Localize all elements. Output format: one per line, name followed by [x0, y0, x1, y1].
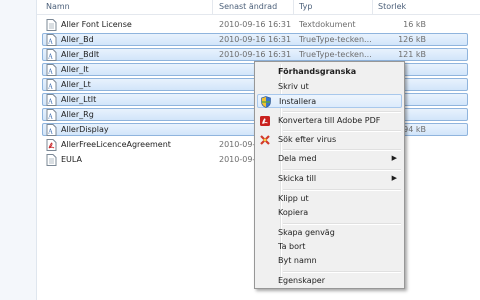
menu-item-label: Dela med	[278, 154, 317, 163]
font-file-icon: A	[46, 79, 57, 91]
column-header-bar: Namn Senast ändrad Typ Storlek	[37, 0, 480, 15]
menu-item-label: Skriv ut	[278, 82, 309, 91]
svg-text:A: A	[47, 129, 53, 136]
adobe-pdf-icon	[260, 116, 270, 126]
menu-item-rename[interactable]: Byt namn	[257, 254, 402, 268]
font-file-icon: A	[46, 94, 57, 106]
file-size: 126 kB	[398, 35, 426, 44]
svg-text:A: A	[47, 39, 53, 46]
menu-separator	[283, 223, 401, 225]
menu-separator	[283, 130, 401, 132]
menu-item-label: Skapa genväg	[278, 228, 335, 237]
file-name: AllerDisplay	[61, 125, 109, 134]
file-name: AllerFreeLicenceAgreement	[61, 140, 171, 149]
submenu-arrow-icon: ▶	[391, 174, 397, 182]
submenu-arrow-icon: ▶	[391, 154, 397, 162]
menu-separator	[283, 111, 401, 113]
column-divider[interactable]	[293, 0, 294, 14]
file-size: 16 kB	[403, 20, 426, 29]
file-name: Aller_LtIt	[61, 95, 97, 104]
column-header-name[interactable]: Namn	[46, 2, 70, 11]
menu-item-label: Kopiera	[278, 208, 309, 217]
file-row[interactable]: A Aller_Bd 2010-09-16 16:31 TrueType-tec…	[37, 33, 480, 47]
menu-item-label: Klipp ut	[278, 194, 309, 203]
file-type: TrueType-tecken...	[299, 50, 372, 59]
file-name: Aller_Rg	[61, 110, 94, 119]
font-file-icon: A	[46, 124, 57, 136]
file-name: Aller Font License	[61, 20, 132, 29]
text-document-icon	[46, 19, 57, 31]
menu-separator	[283, 271, 401, 273]
file-name: EULA	[61, 155, 83, 164]
menu-item-label: Installera	[279, 97, 317, 106]
column-divider[interactable]	[372, 0, 373, 14]
svg-text:A: A	[47, 54, 53, 61]
column-header-date[interactable]: Senast ändrad	[219, 2, 277, 11]
column-header-size[interactable]: Storlek	[378, 2, 406, 11]
menu-item-copy[interactable]: Kopiera	[257, 206, 402, 220]
menu-item-label: Förhandsgranska	[278, 67, 357, 76]
file-name: Aller_Lt	[61, 80, 91, 89]
shield-icon	[261, 96, 271, 108]
menu-item-scan-virus[interactable]: Sök efter virus	[257, 133, 402, 147]
menu-item-label: Konvertera till Adobe PDF	[278, 116, 381, 125]
menu-item-label: Byt namn	[278, 256, 317, 265]
file-name: Aller_BdIt	[61, 50, 100, 59]
menu-item-label: Skicka till	[278, 174, 317, 183]
menu-item-label: Ta bort	[278, 242, 306, 251]
menu-separator	[283, 169, 401, 171]
file-size: 94 kB	[403, 125, 426, 134]
navigation-pane	[0, 0, 37, 300]
column-divider[interactable]	[212, 0, 213, 14]
font-file-icon: A	[46, 64, 57, 76]
file-row[interactable]: Aller Font License 2010-09-16 16:31 Text…	[37, 18, 480, 32]
menu-item-convert-pdf[interactable]: Konvertera till Adobe PDF	[257, 114, 402, 128]
antivirus-icon	[260, 135, 270, 145]
file-date: 2010-09-16 16:31	[219, 20, 292, 29]
menu-item-share-with[interactable]: Dela med ▶	[257, 152, 402, 166]
font-file-icon: A	[46, 49, 57, 61]
svg-text:A: A	[47, 114, 53, 121]
text-document-icon	[46, 154, 57, 166]
menu-separator	[283, 149, 401, 151]
menu-item-create-shortcut[interactable]: Skapa genväg	[257, 226, 402, 240]
menu-item-label: Sök efter virus	[278, 135, 337, 144]
menu-item-delete[interactable]: Ta bort	[257, 240, 402, 254]
menu-item-properties[interactable]: Egenskaper	[257, 274, 402, 288]
svg-text:A: A	[47, 69, 53, 76]
file-type: Textdokument	[299, 20, 356, 29]
file-row[interactable]: A Aller_BdIt 2010-09-16 16:31 TrueType-t…	[37, 48, 480, 62]
svg-text:A: A	[47, 84, 53, 91]
file-date: 2010-09-16 16:31	[219, 35, 292, 44]
file-date: 2010-09-16 16:31	[219, 50, 292, 59]
menu-separator	[283, 189, 401, 191]
file-name: Aller_It	[61, 65, 89, 74]
context-menu: Förhandsgranska Skriv ut Installera Konv…	[254, 61, 405, 289]
menu-item-preview[interactable]: Förhandsgranska	[257, 65, 402, 79]
file-size: 121 kB	[398, 50, 426, 59]
file-type: TrueType-tecken...	[299, 35, 372, 44]
menu-item-label: Egenskaper	[278, 276, 325, 285]
file-name: Aller_Bd	[61, 35, 94, 44]
menu-item-install[interactable]: Installera	[257, 94, 402, 108]
column-header-type[interactable]: Typ	[299, 2, 312, 11]
menu-item-send-to[interactable]: Skicka till ▶	[257, 172, 402, 186]
menu-item-print[interactable]: Skriv ut	[257, 80, 402, 94]
font-file-icon: A	[46, 109, 57, 121]
font-file-icon: A	[46, 34, 57, 46]
svg-text:A: A	[47, 99, 53, 106]
menu-item-cut[interactable]: Klipp ut	[257, 192, 402, 206]
pdf-file-icon	[46, 139, 57, 151]
